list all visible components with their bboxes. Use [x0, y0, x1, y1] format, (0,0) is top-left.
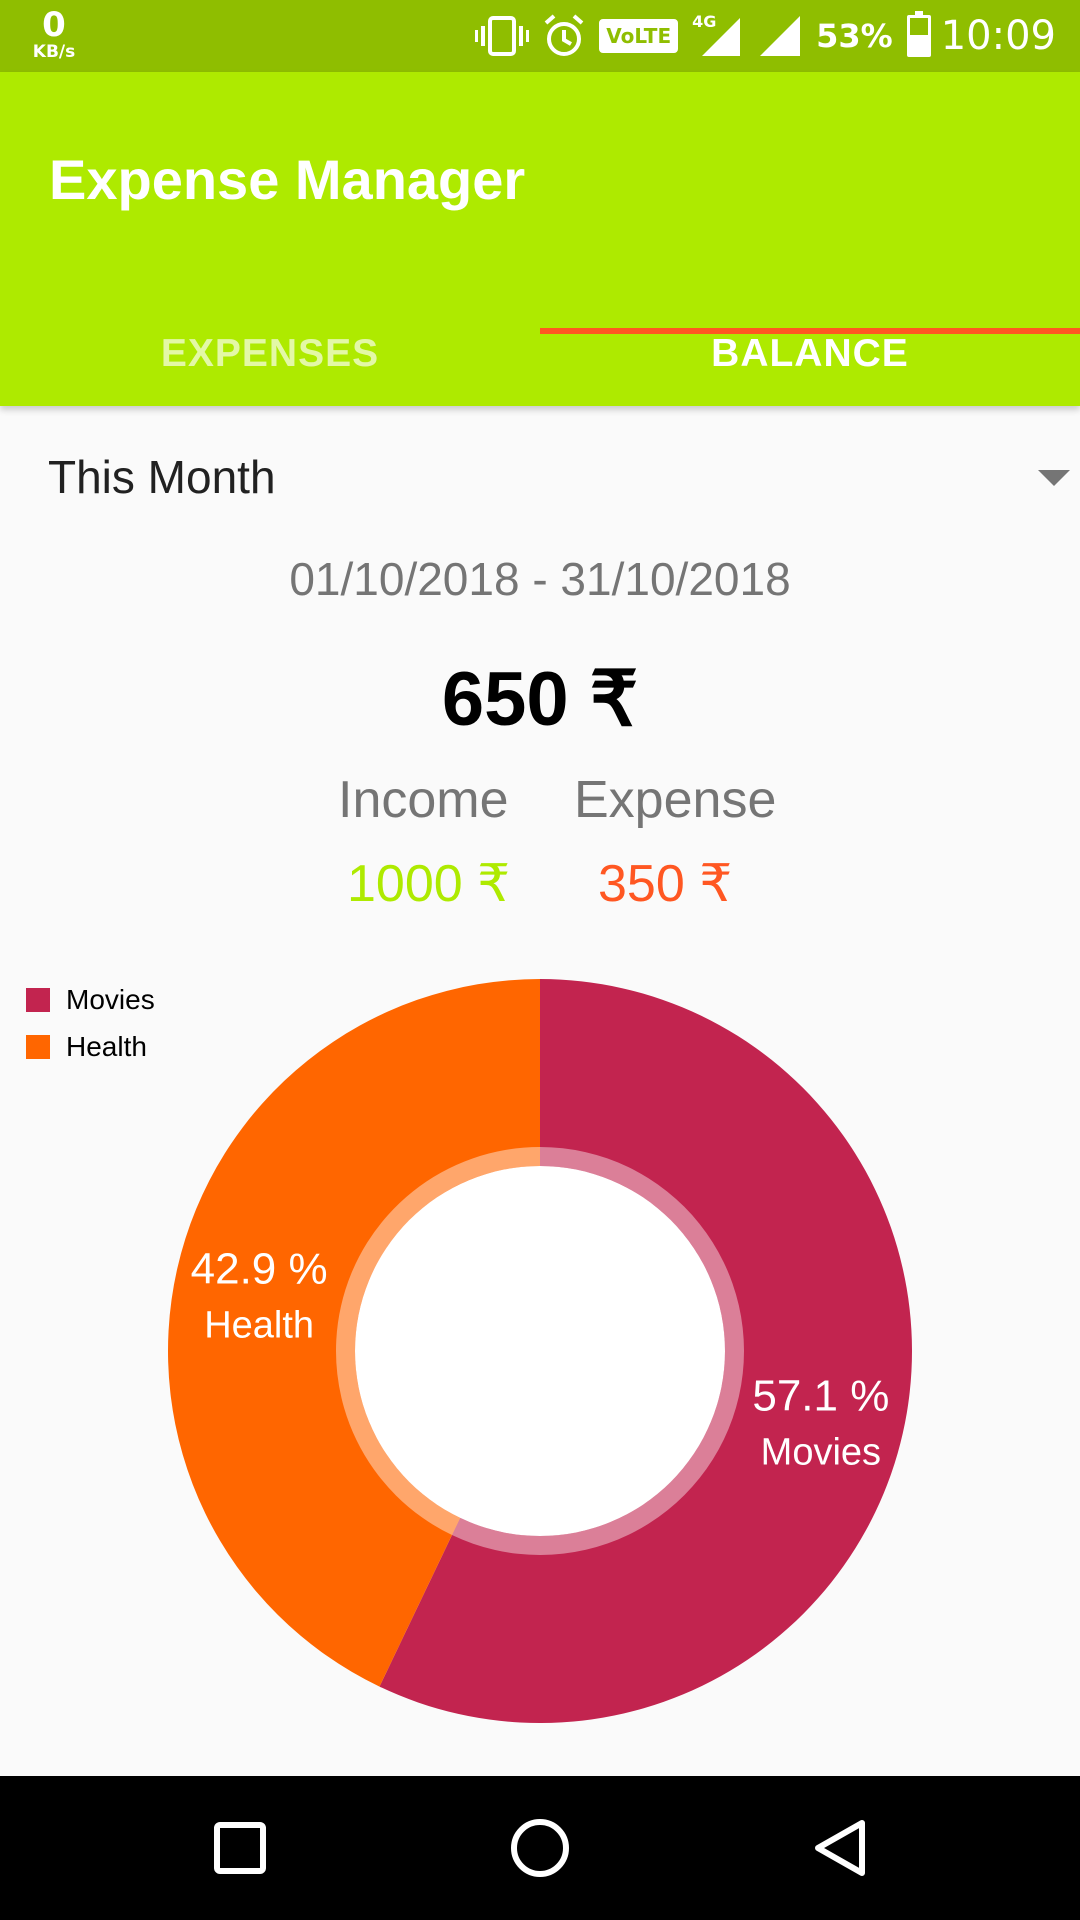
expense-value: 350 ₹	[598, 855, 733, 913]
navigation-bar	[0, 1776, 1080, 1920]
cellular-4g-icon: 4G	[692, 12, 744, 58]
income-label: Income	[338, 771, 509, 829]
network-speed-value: 0	[42, 5, 66, 45]
status-icons: VoLTE 4G 53% 10:09	[461, 0, 1056, 72]
tab-indicator	[540, 328, 1080, 334]
volte-badge: VoLTE	[599, 19, 679, 53]
tab-expenses[interactable]: EXPENSES	[0, 302, 540, 406]
battery-percent: 53%	[816, 17, 893, 55]
tab-balance[interactable]: BALANCE	[540, 302, 1080, 406]
home-button[interactable]	[460, 1776, 620, 1920]
network-speed-unit: KB/s	[32, 42, 76, 62]
battery-icon	[906, 11, 931, 57]
balance-total: 650 ₹	[441, 657, 639, 742]
clock: 10:09	[940, 13, 1056, 59]
expense-label: Expense	[574, 771, 777, 829]
app-title: Expense Manager	[49, 148, 526, 211]
battery-level	[909, 34, 928, 54]
dropdown-arrow-icon	[1038, 470, 1070, 486]
slice-label-movies: Movies	[761, 1432, 881, 1474]
pie-hole	[355, 1166, 725, 1536]
alarm-icon	[544, 14, 584, 56]
income-value: 1000 ₹	[347, 855, 511, 913]
recents-button[interactable]	[160, 1776, 320, 1920]
slice-label-health: Health	[204, 1304, 314, 1346]
signal-icon	[760, 16, 801, 56]
recents-icon	[214, 1822, 266, 1874]
slice-percent-health: 42.9 %	[191, 1244, 328, 1293]
expense-pie-chart[interactable]: 57.1 % Movies 42.9 % Health	[0, 960, 1080, 1740]
date-range: 01/10/2018 - 31/10/2018	[289, 553, 791, 605]
status-bar: 0 KB/s VoLTE 4G 53% 10:09	[0, 0, 1080, 72]
period-label: This Month	[48, 451, 276, 503]
period-dropdown[interactable]: This Month	[0, 440, 1080, 516]
back-icon	[815, 1820, 865, 1876]
network-speed: 0 KB/s	[24, 8, 84, 61]
app-bar: Expense Manager EXPENSES BALANCE	[0, 72, 1080, 406]
back-button[interactable]	[760, 1776, 920, 1920]
tab-bar: EXPENSES BALANCE	[0, 302, 1080, 406]
home-icon	[511, 1819, 569, 1877]
vibrate-icon	[475, 16, 530, 56]
slice-percent-movies: 57.1 %	[752, 1372, 889, 1421]
